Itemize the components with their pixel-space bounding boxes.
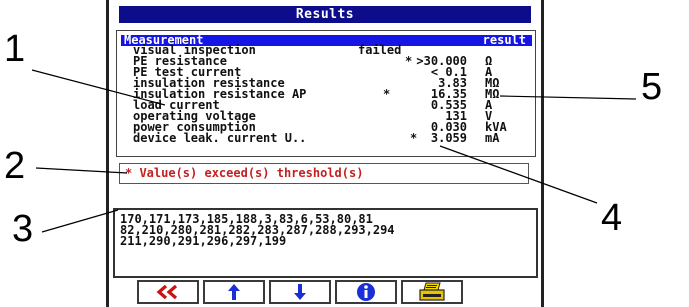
callout-4: 4 bbox=[601, 197, 623, 239]
leader-line-1 bbox=[31, 69, 166, 106]
leader-line-2 bbox=[35, 167, 128, 174]
callout-1: 1 bbox=[4, 28, 26, 70]
leader-line-3 bbox=[41, 209, 119, 233]
callout-2: 2 bbox=[4, 145, 26, 187]
callout-leaders bbox=[31, 69, 637, 233]
leader-line-5 bbox=[499, 95, 637, 100]
callout-5: 5 bbox=[641, 66, 663, 108]
callout-3: 3 bbox=[12, 208, 34, 250]
leader-line-4 bbox=[439, 145, 598, 204]
